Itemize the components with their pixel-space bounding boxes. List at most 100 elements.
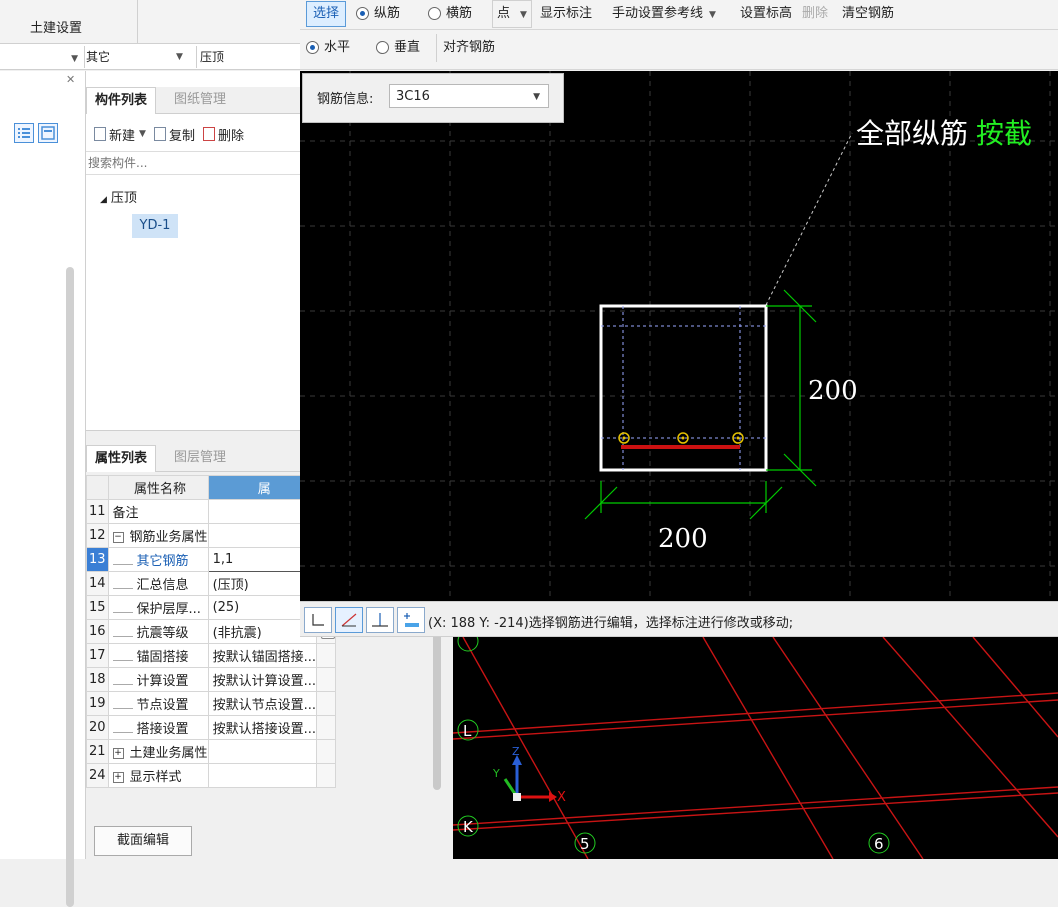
background-grid <box>300 71 1058 601</box>
transverse-radio[interactable]: 横筋 <box>428 0 472 28</box>
list-view-icon[interactable] <box>14 123 34 143</box>
table-row[interactable]: 14 汇总信息 (压顶) <box>86 571 336 596</box>
dimension-horizontal[interactable] <box>584 481 783 520</box>
close-icon[interactable]: ✕ <box>66 73 75 86</box>
leader-line <box>765 132 853 306</box>
component-toolbar: 新建 ▼ 复制 删除 <box>86 123 244 145</box>
3d-grid: L K 5 6 X Y Z <box>453 637 1058 859</box>
new-button[interactable]: 新建 ▼ <box>94 125 146 144</box>
collapse-icon[interactable]: − <box>112 532 124 543</box>
status-bar: (X: 188 Y: -214)选择钢筋进行编辑，选择标注进行修改或移动; <box>300 601 1058 637</box>
perpendicular-snap-icon[interactable] <box>366 607 394 633</box>
delete-button[interactable]: 删除 <box>202 125 244 144</box>
oblique-snap-icon[interactable] <box>335 607 363 633</box>
radio-icon <box>356 7 369 20</box>
property-panel: 属性列表 图层管理 属性名称 属 11 备注 12− 钢筋业务属性 13 其它钢筋 1,… <box>86 431 336 859</box>
delete-icon <box>202 127 215 141</box>
tab-layer-management[interactable]: 图层管理 <box>166 445 234 471</box>
axis-label-k: K <box>463 818 474 836</box>
table-row[interactable]: 18 计算设置 按默认计算设置... <box>86 667 336 692</box>
expand-icon[interactable]: + <box>112 772 124 783</box>
delete-rebar-button[interactable]: 删除 <box>802 0 828 28</box>
section-drawing: 200 200 全部纵筋 按截 <box>300 71 1058 601</box>
scrollbar[interactable] <box>66 267 74 907</box>
tab-drawing-management[interactable]: 图纸管理 <box>166 87 234 113</box>
table-row[interactable]: 11 备注 <box>86 499 336 524</box>
axis-grid-lines <box>453 637 1058 859</box>
table-row[interactable]: 16 抗震等级 (非抗震) <box>86 619 336 644</box>
component-tabs: 构件列表 图纸管理 <box>86 87 300 114</box>
status-message: (X: 188 Y: -214)选择钢筋进行编辑，选择标注进行修改或移动; <box>428 616 794 631</box>
tab-property-list[interactable]: 属性列表 <box>86 445 157 472</box>
table-row[interactable]: 12− 钢筋业务属性 <box>86 523 336 548</box>
point-mode-dropdown[interactable]: 点 ▼ <box>492 0 532 28</box>
table-row[interactable]: 21 + 土建业务属性 <box>86 739 336 764</box>
header-name: 属性名称 <box>107 475 209 500</box>
manual-ref-line-button[interactable]: 手动设置参考线 ▼ <box>612 0 716 28</box>
type-combo[interactable]: 压顶 <box>196 46 300 68</box>
clear-rebar-button[interactable]: 清空钢筋 <box>842 0 894 28</box>
component-list-panel: 构件列表 图纸管理 新建 ▼ 复制 删除 ◢压顶 YD-1 <box>86 71 300 431</box>
axis-z-label: Z <box>512 745 520 758</box>
grid-header: 属性名称 属 <box>86 475 336 500</box>
ribbon-tab-blank <box>138 0 300 44</box>
radio-icon <box>306 41 319 54</box>
horizontal-radio[interactable]: 水平 <box>306 34 350 62</box>
axis-x-label: X <box>557 790 566 805</box>
tree-node-root[interactable]: ◢ 压顶 <box>100 187 137 206</box>
3d-view[interactable]: L K 5 6 X Y Z <box>453 637 1058 859</box>
left-nav-panel: ✕ <box>0 71 86 907</box>
expand-triangle-icon[interactable]: ◢ <box>100 195 107 205</box>
longitudinal-radio[interactable]: 纵筋 <box>356 0 400 28</box>
annotation-text-green[interactable]: 按截 <box>976 117 1032 150</box>
table-row[interactable]: 15 保护层厚... (25) <box>86 595 336 620</box>
radio-icon <box>428 7 441 20</box>
section-canvas[interactable]: 200 200 全部纵筋 按截 钢筋信息: 3C16 ▼ <box>300 71 1058 601</box>
ribbon-tab-civil-settings[interactable]: 土建设置 <box>0 0 138 44</box>
orthogonal-snap-icon[interactable] <box>304 607 332 633</box>
table-row-selected[interactable]: 13 其它钢筋 1,1 <box>86 547 336 572</box>
section-edit-button[interactable]: 截面编辑 <box>94 826 192 856</box>
table-row[interactable]: 17 锚固搭接 按默认锚固搭接... <box>86 643 336 668</box>
ribbon-tab-label: 土建设置 <box>30 21 83 36</box>
ribbon: 土建设置 <box>0 0 300 44</box>
table-row[interactable]: 24 + 显示样式 <box>86 763 336 788</box>
add-point-icon[interactable] <box>397 607 425 633</box>
tree-node-leaf[interactable]: YD-1 <box>132 214 178 238</box>
chevron-down-icon: ▼ <box>139 129 146 139</box>
copy-icon <box>153 127 166 141</box>
set-elevation-button[interactable]: 设置标高 <box>740 0 792 28</box>
table-row[interactable]: 19 节点设置 按默认节点设置... <box>86 691 336 716</box>
copy-button[interactable]: 复制 <box>153 125 195 144</box>
dimension-horizontal-label[interactable]: 200 <box>658 524 708 554</box>
property-scrollbar[interactable] <box>433 630 441 790</box>
dimension-vertical-label[interactable]: 200 <box>808 376 858 406</box>
annotation-text[interactable]: 全部纵筋 <box>856 117 968 150</box>
floor-combo[interactable]: ▼ <box>0 46 85 68</box>
filter-bar: ▼ 其它 ▼ 压顶 <box>0 44 300 70</box>
chevron-down-icon: ▼ <box>533 92 540 102</box>
axis-label-l: L <box>463 722 472 740</box>
tab-component-list[interactable]: 构件列表 <box>86 87 157 114</box>
align-rebar-button[interactable]: 对齐钢筋 <box>436 34 501 62</box>
rebar-toolbar: 选择 纵筋 横筋 点 ▼ 显示标注 手动设置参考线 ▼ 设置标高 删除 清空钢筋 <box>300 0 1058 30</box>
search-input[interactable] <box>86 152 290 174</box>
chevron-down-icon: ▼ <box>709 10 716 20</box>
property-grid: 属性名称 属 11 备注 12− 钢筋业务属性 13 其它钢筋 1,1 14 汇总信息 (压… <box>86 475 336 788</box>
new-file-icon <box>94 127 106 141</box>
grid-view-icon[interactable] <box>38 123 58 143</box>
table-row[interactable]: 20 搭接设置 按默认搭接设置... <box>86 715 336 740</box>
rebar-info-dropdown[interactable]: 3C16 ▼ <box>389 84 549 108</box>
chevron-down-icon: ▼ <box>71 54 78 64</box>
axis-label-5: 5 <box>580 835 590 853</box>
chevron-down-icon: ▼ <box>176 52 183 62</box>
radio-icon <box>376 41 389 54</box>
alignment-toolbar: 水平 垂直 对齐钢筋 <box>300 30 1058 70</box>
expand-icon[interactable]: + <box>112 748 124 759</box>
rebar-info-label: 钢筋信息: <box>317 92 374 107</box>
category-combo[interactable]: 其它 ▼ <box>82 46 197 68</box>
chevron-down-icon: ▼ <box>520 10 527 20</box>
vertical-radio[interactable]: 垂直 <box>376 34 420 62</box>
show-annotation-button[interactable]: 显示标注 <box>540 0 592 28</box>
select-button[interactable]: 选择 <box>306 1 347 27</box>
